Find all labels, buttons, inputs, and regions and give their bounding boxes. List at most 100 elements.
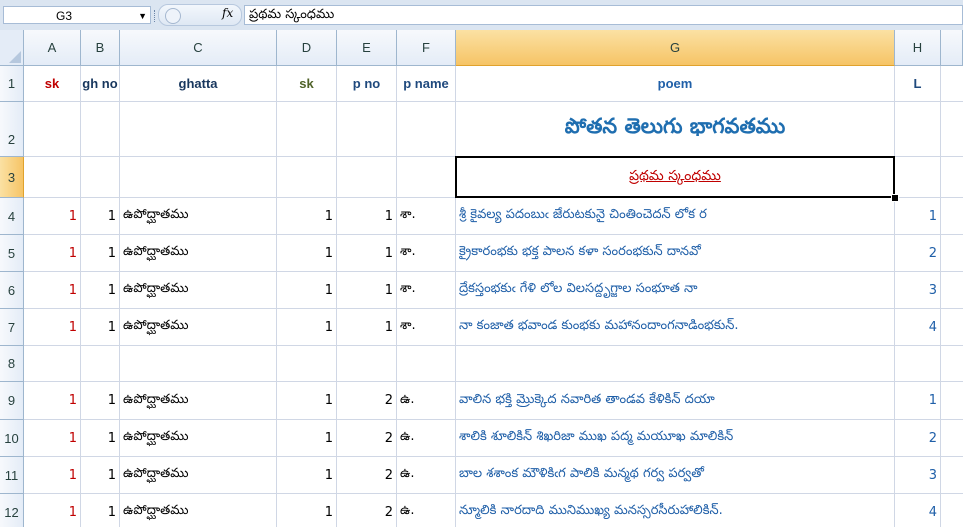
column-header-a[interactable]: A <box>24 30 81 66</box>
cell-e[interactable]: 2 <box>337 494 397 527</box>
cell-b[interactable] <box>81 157 120 198</box>
cell-f[interactable] <box>397 102 456 157</box>
cell-e[interactable]: 1 <box>337 198 397 235</box>
header-cell-h[interactable]: L <box>895 66 941 102</box>
cell-g[interactable]: శ్రీ కైవల్య పదంబుఁ జేరుటకునై చింతించెదన్… <box>456 198 895 235</box>
cell-b[interactable]: 1 <box>81 457 120 494</box>
cell-h[interactable] <box>895 157 941 198</box>
row-header[interactable]: 3 <box>0 157 24 198</box>
cell-c[interactable] <box>120 102 277 157</box>
cell-f[interactable] <box>397 346 456 382</box>
cell-g[interactable]: క్రైకారంభకు భక్త పాలన కళా సంరంభకున్ దానవ… <box>456 235 895 272</box>
cell-c[interactable]: ఉపోద్ఘాతము <box>120 457 277 494</box>
skandha-cell[interactable]: ప్రథమ స్కంధము <box>456 157 895 198</box>
row-header[interactable]: 6 <box>0 272 24 309</box>
cell-e[interactable] <box>337 157 397 198</box>
cell-blank[interactable] <box>941 272 963 309</box>
cell-f[interactable]: ఉ. <box>397 494 456 527</box>
cell-a[interactable]: 1 <box>24 382 81 420</box>
cell-e[interactable]: 2 <box>337 420 397 457</box>
cell-h[interactable]: 1 <box>895 382 941 420</box>
cell-b[interactable]: 1 <box>81 494 120 527</box>
cell-b[interactable]: 1 <box>81 235 120 272</box>
expand-circle-icon[interactable] <box>165 8 181 24</box>
cell-c[interactable]: ఉపోద్ఘాతము <box>120 309 277 346</box>
cell-f[interactable]: ఉ. <box>397 420 456 457</box>
row-header[interactable]: 4 <box>0 198 24 235</box>
cell-e[interactable]: 1 <box>337 272 397 309</box>
cell-a[interactable]: 1 <box>24 198 81 235</box>
cell-b[interactable]: 1 <box>81 382 120 420</box>
cell-b[interactable] <box>81 102 120 157</box>
cell-g[interactable]: బాల శశాంక మౌళికిఁగ పాలికి మన్మథ గర్వ పర్… <box>456 457 895 494</box>
cell-e[interactable] <box>337 346 397 382</box>
column-header-e[interactable]: E <box>337 30 397 66</box>
cell-f[interactable] <box>397 157 456 198</box>
column-header-blank[interactable] <box>941 30 963 66</box>
cell-c[interactable]: ఉపోద్ఘాతము <box>120 235 277 272</box>
cell-c[interactable] <box>120 157 277 198</box>
cell-c[interactable]: ఉపోద్ఘాతము <box>120 198 277 235</box>
cell-blank[interactable] <box>941 457 963 494</box>
row-header[interactable]: 11 <box>0 457 24 494</box>
cell-d[interactable]: 1 <box>277 272 337 309</box>
cell-b[interactable]: 1 <box>81 309 120 346</box>
cell-e[interactable]: 1 <box>337 235 397 272</box>
row-header[interactable]: 5 <box>0 235 24 272</box>
column-header-h[interactable]: H <box>895 30 941 66</box>
cell-a[interactable]: 1 <box>24 494 81 527</box>
cell-g[interactable]: వాలిన భక్తి మ్రొక్కెద నవారిత తాండవ కేళిక… <box>456 382 895 420</box>
cell-blank[interactable] <box>941 494 963 527</box>
cell-blank[interactable] <box>941 309 963 346</box>
cell-g[interactable]: శాలికి శూలికిన్ శిఖరిజా ముఖ పద్మ మయూఖ మా… <box>456 420 895 457</box>
cell-g[interactable]: నా కంజాత భవాండ కుంభకు మహానందాంగనాడింభకున… <box>456 309 895 346</box>
cell-b[interactable]: 1 <box>81 198 120 235</box>
fill-handle[interactable] <box>891 194 899 202</box>
cell-d[interactable]: 1 <box>277 198 337 235</box>
cell-f[interactable]: శా. <box>397 272 456 309</box>
cell-e[interactable] <box>337 102 397 157</box>
cell-f[interactable]: ఉ. <box>397 457 456 494</box>
cell-f[interactable]: ఉ. <box>397 382 456 420</box>
cell-blank[interactable] <box>941 420 963 457</box>
cell-h[interactable]: 4 <box>895 309 941 346</box>
column-header-f[interactable]: F <box>397 30 456 66</box>
cell-h[interactable]: 1 <box>895 198 941 235</box>
cell-d[interactable]: 1 <box>277 309 337 346</box>
row-header[interactable]: 8 <box>0 346 24 382</box>
cell-c[interactable] <box>120 346 277 382</box>
cell-h[interactable]: 2 <box>895 235 941 272</box>
cell-blank[interactable] <box>941 198 963 235</box>
resize-grip-icon[interactable] <box>154 10 157 22</box>
row-header[interactable]: 9 <box>0 382 24 420</box>
column-header-g[interactable]: G <box>456 30 895 66</box>
cell-f[interactable]: శా. <box>397 309 456 346</box>
header-cell-d[interactable]: sk <box>277 66 337 102</box>
header-cell-g[interactable]: poem <box>456 66 895 102</box>
title-cell[interactable]: పోతన తెలుగు భాగవతము <box>456 102 895 157</box>
insert-function-button[interactable]: fx <box>222 6 233 20</box>
cell-a[interactable] <box>24 157 81 198</box>
row-header[interactable]: 7 <box>0 309 24 346</box>
cell-h[interactable]: 4 <box>895 494 941 527</box>
header-cell-b[interactable]: gh no <box>81 66 120 102</box>
cell-g[interactable]: న్మూలికి నారదాది మునిముఖ్య మనస్సరసీరుహాల… <box>456 494 895 527</box>
cell-c[interactable]: ఉపోద్ఘాతము <box>120 494 277 527</box>
cell-e[interactable]: 2 <box>337 382 397 420</box>
cell-blank[interactable] <box>941 382 963 420</box>
cell-blank[interactable] <box>941 157 963 198</box>
cell-blank[interactable] <box>941 235 963 272</box>
cell-e[interactable]: 2 <box>337 457 397 494</box>
name-box[interactable]: G3 ▼ <box>3 6 151 24</box>
dropdown-arrow-icon[interactable]: ▼ <box>138 7 147 25</box>
select-all-button[interactable] <box>0 30 24 66</box>
cell-b[interactable]: 1 <box>81 420 120 457</box>
cell-h[interactable]: 3 <box>895 457 941 494</box>
cell-c[interactable]: ఉపోద్ఘాతము <box>120 420 277 457</box>
column-header-d[interactable]: D <box>277 30 337 66</box>
cell-h[interactable] <box>895 102 941 157</box>
cell-g[interactable] <box>456 346 895 382</box>
cell-b[interactable] <box>81 346 120 382</box>
cell-a[interactable]: 1 <box>24 457 81 494</box>
cell-blank[interactable] <box>941 102 963 157</box>
